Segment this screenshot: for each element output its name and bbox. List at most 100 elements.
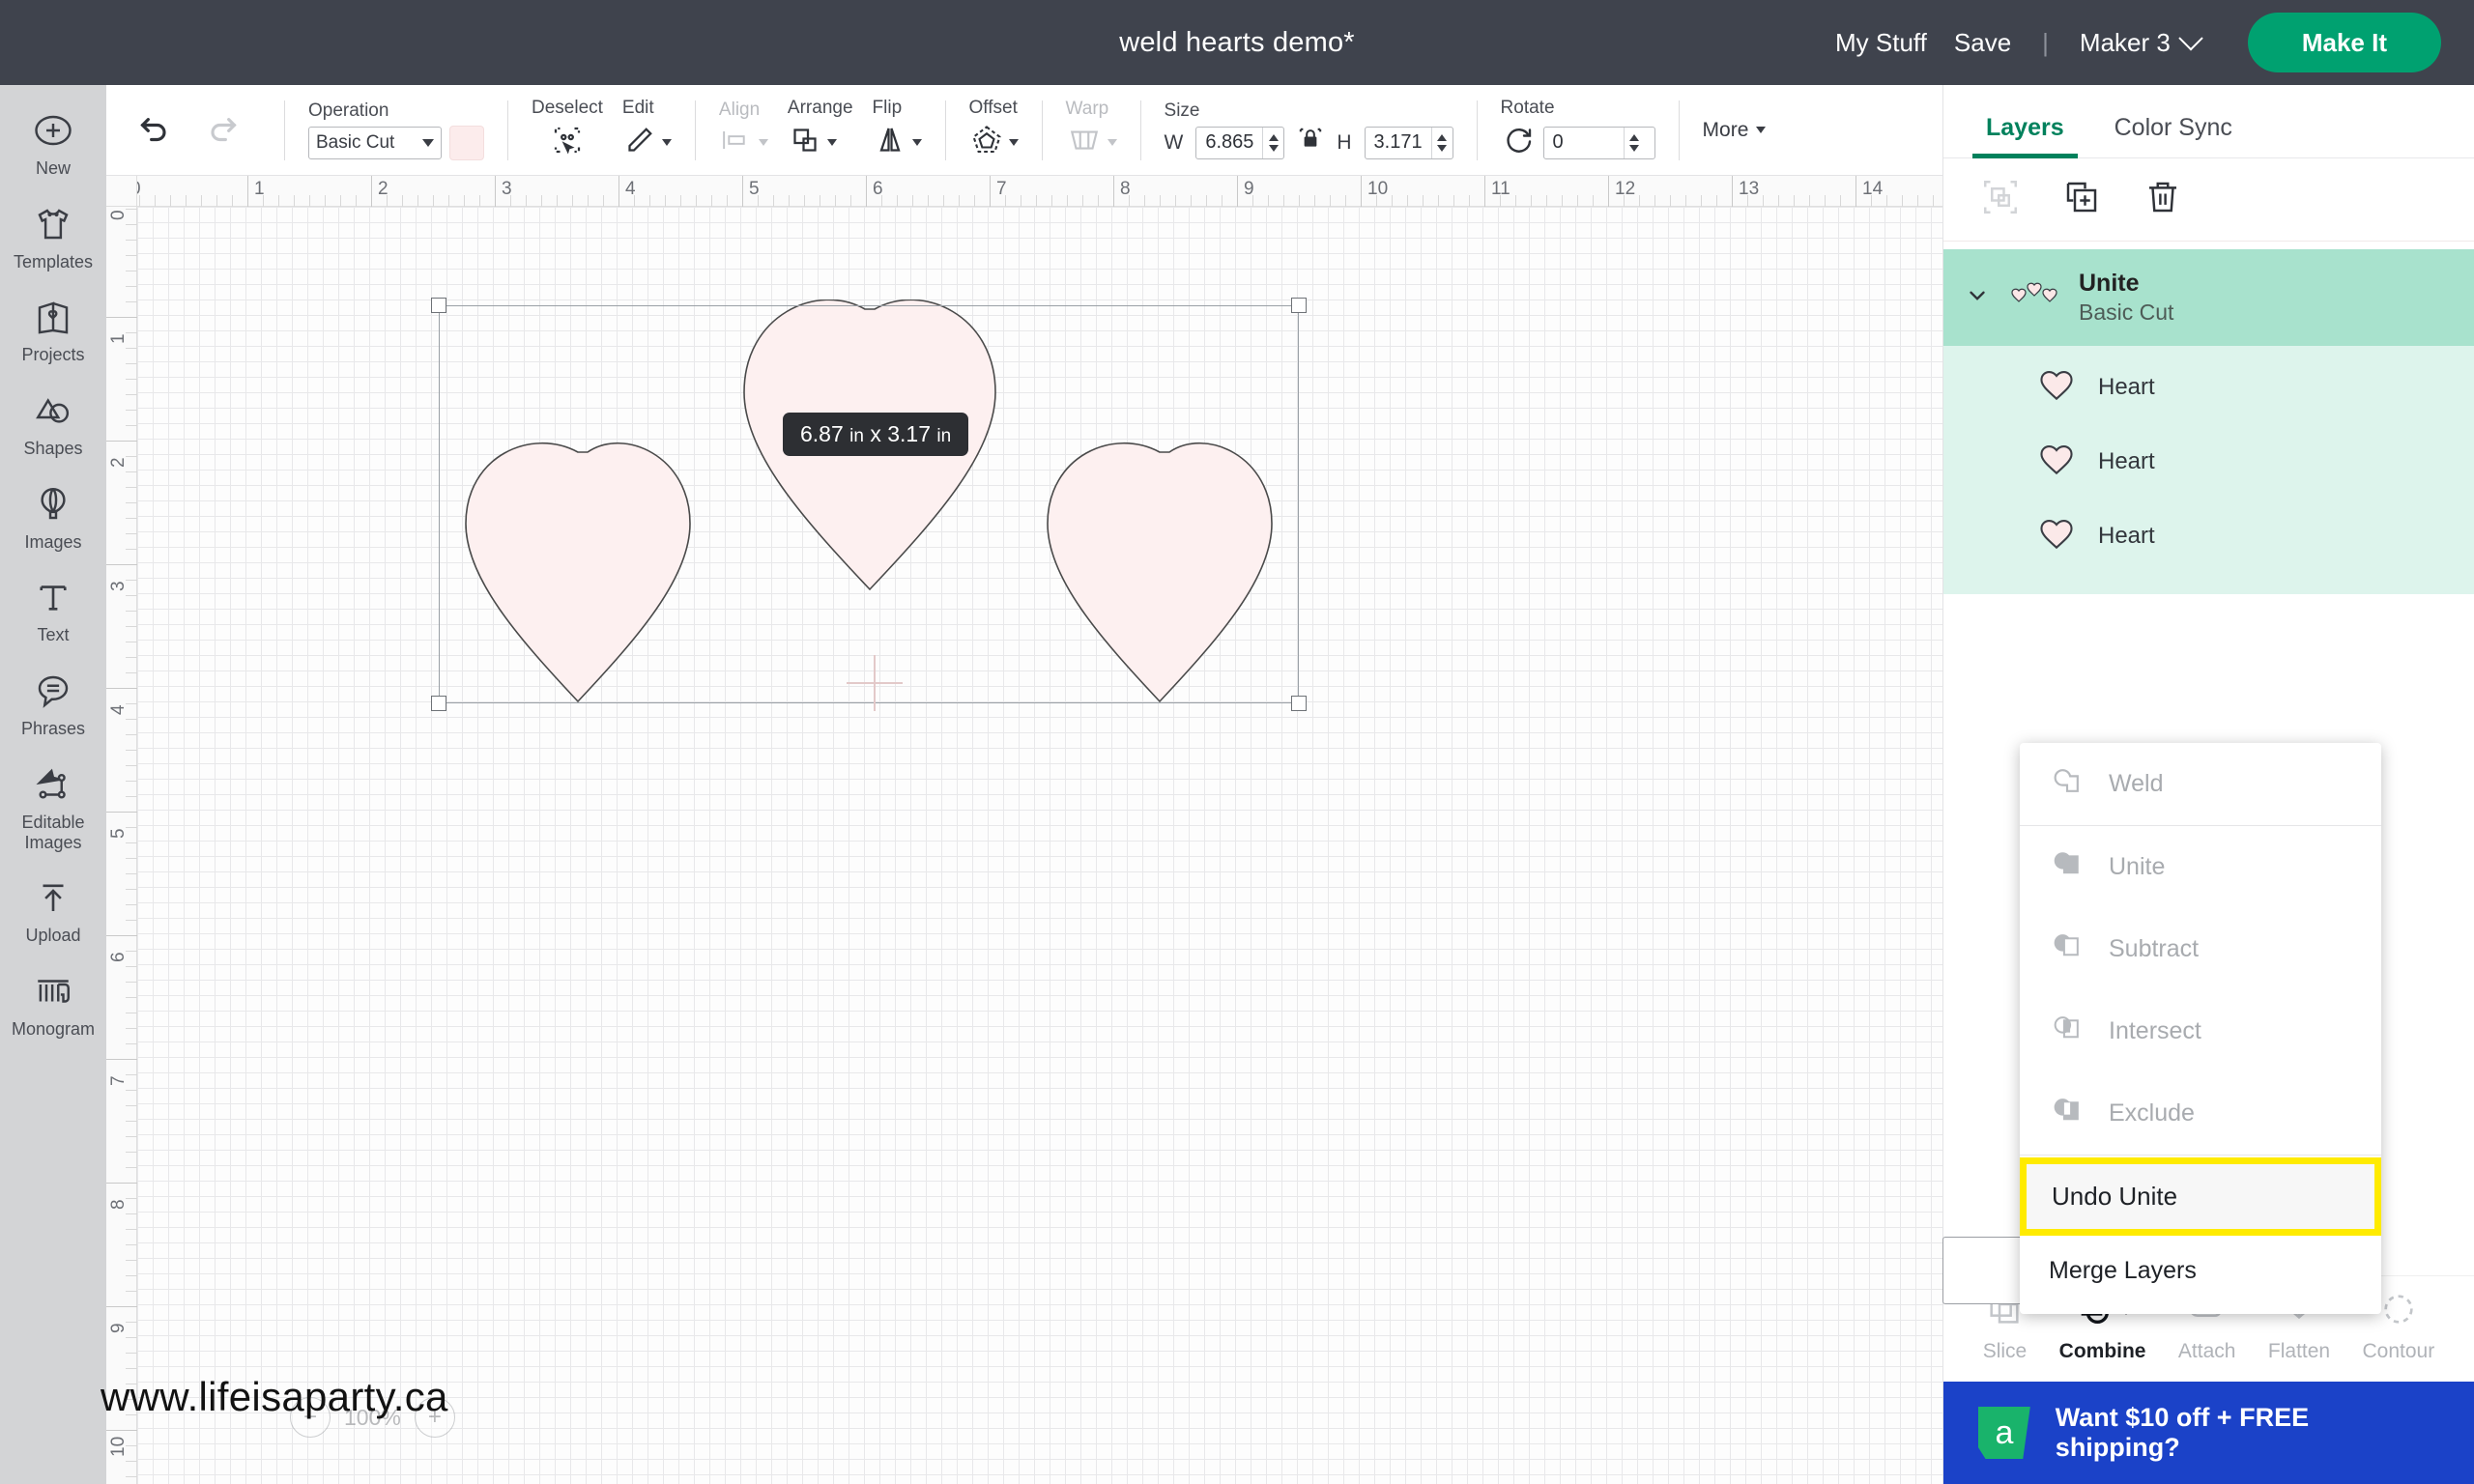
size-label: Size: [1164, 100, 1200, 121]
group-icon: [1980, 177, 2021, 222]
ruler-tick-minor: [126, 1043, 137, 1044]
sidebar-item-templates[interactable]: Templates: [0, 190, 106, 284]
my-stuff-link[interactable]: My Stuff: [1822, 28, 1941, 58]
flip-button[interactable]: [873, 123, 922, 162]
promo-text: Want $10 off + FREE shipping?: [2055, 1403, 2310, 1462]
ruler-tick-minor: [126, 781, 137, 782]
selection-handle-bottom-right[interactable]: [1291, 696, 1307, 711]
selection-handle-bottom-left[interactable]: [431, 696, 446, 711]
ruler-tick-minor: [126, 1136, 137, 1137]
redo-icon[interactable]: [203, 108, 242, 152]
selection-bounding-box: [439, 305, 1299, 703]
width-field[interactable]: [1195, 126, 1285, 159]
ruler-tick-minor: [649, 195, 650, 207]
delete-icon[interactable]: [2143, 177, 2183, 222]
width-input[interactable]: [1196, 127, 1263, 158]
list-item[interactable]: Heart: [1943, 499, 2474, 573]
promo-banner[interactable]: a Want $10 off + FREE shipping?: [1943, 1382, 2474, 1484]
tab-color-sync[interactable]: Color Sync: [2109, 114, 2238, 157]
menu-item-undo-unite[interactable]: Undo Unite: [2027, 1164, 2374, 1229]
rotate-stepper[interactable]: [1623, 127, 1645, 158]
node-path-icon: [33, 764, 73, 805]
ruler-tick-minor: [1747, 195, 1748, 207]
ruler-tick-minor: [170, 195, 171, 207]
deselect-icon[interactable]: [550, 123, 585, 162]
ruler-tick-minor: [1871, 195, 1872, 207]
speech-bubble-icon: [33, 671, 73, 711]
sidebar-item-images[interactable]: Images: [0, 471, 106, 564]
ruler-tick-minor: [1036, 195, 1037, 207]
sidebar-item-upload[interactable]: Upload: [0, 864, 106, 957]
ruler-tick-minor: [126, 580, 137, 581]
ruler-tick-minor: [126, 332, 137, 333]
ruler-tick-minor: [417, 195, 418, 207]
color-swatch[interactable]: [449, 125, 484, 160]
sidebar-item-monogram[interactable]: Monogram: [0, 957, 106, 1051]
layer-group-header[interactable]: Unite Basic Cut: [1943, 249, 2474, 346]
menu-item-merge-layers[interactable]: Merge Layers: [2020, 1238, 2381, 1314]
ruler-tick-minor: [1639, 195, 1640, 207]
chevron-down-icon[interactable]: [1965, 283, 1990, 313]
height-label: H: [1337, 130, 1352, 154]
ruler-tick-minor: [126, 363, 137, 364]
sidebar-item-shapes[interactable]: Shapes: [0, 377, 106, 471]
layer-group-title: Unite: [2079, 270, 2140, 297]
height-stepper[interactable]: [1430, 127, 1453, 158]
save-button[interactable]: Save: [1941, 28, 2025, 58]
ruler-tick-minor: [126, 734, 137, 735]
selection-handle-top-right[interactable]: [1291, 298, 1307, 313]
rotate-icon[interactable]: [1501, 123, 1536, 162]
make-it-button[interactable]: Make It: [2247, 13, 2441, 72]
undo-unite-highlight: Undo Unite: [2020, 1157, 2381, 1236]
undo-icon[interactable]: [135, 108, 174, 152]
ruler-corner: [106, 176, 137, 207]
height-input[interactable]: [1365, 127, 1431, 158]
ruler-tick-minor: [126, 703, 137, 704]
ruler-tick-minor: [126, 889, 137, 890]
sidebar-item-phrases[interactable]: Phrases: [0, 657, 106, 751]
ruler-tick-minor: [126, 379, 137, 380]
ruler-tick-minor: [1624, 195, 1625, 207]
offset-button[interactable]: [969, 123, 1019, 162]
ruler-tick: [1361, 176, 1362, 207]
rotate-field[interactable]: [1542, 126, 1655, 159]
lock-aspect-ratio[interactable]: [1298, 126, 1323, 159]
more-button[interactable]: More: [1703, 119, 1767, 142]
ruler-tick-minor: [1562, 195, 1563, 207]
left-sidebar: New Templates Projects Shapes Images Tex…: [0, 85, 106, 1484]
sidebar-item-editable-images[interactable]: Editable Images: [0, 751, 106, 864]
width-stepper[interactable]: [1262, 127, 1283, 158]
ruler-tick-minor: [1933, 195, 1934, 207]
ruler-tick-minor: [126, 1028, 137, 1029]
ruler-tick-minor: [126, 533, 137, 534]
height-field[interactable]: [1364, 126, 1453, 159]
tab-layers[interactable]: Layers: [1972, 114, 2078, 158]
sidebar-item-text[interactable]: Text: [0, 563, 106, 657]
tooltip-height: 3.17: [887, 421, 931, 446]
ruler-tick-minor: [126, 348, 137, 349]
rotate-input[interactable]: [1543, 127, 1624, 158]
ruler-tick-minor: [1407, 195, 1408, 207]
flip-icon: [873, 123, 907, 162]
ruler-tick-minor: [1809, 195, 1810, 207]
duplicate-icon[interactable]: [2061, 177, 2102, 222]
list-item[interactable]: Heart: [1943, 424, 2474, 499]
operation-select[interactable]: Basic Cut: [308, 126, 442, 159]
design-canvas[interactable]: 01234567891011121314 012345678910 6.87 i…: [106, 176, 1942, 1484]
warp-icon: [1066, 124, 1103, 161]
ruler-tick-minor: [1794, 195, 1795, 207]
arrange-button[interactable]: [788, 123, 853, 162]
sidebar-item-new[interactable]: New: [0, 97, 106, 190]
text-t-icon: [33, 577, 73, 617]
chevron-down-icon: [661, 139, 672, 146]
sidebar-item-projects[interactable]: Projects: [0, 283, 106, 377]
selection-handle-top-left[interactable]: [431, 298, 446, 313]
edit-button[interactable]: [622, 123, 672, 162]
machine-selector[interactable]: Maker 3: [2066, 26, 2213, 58]
ruler-tick-minor: [126, 1476, 137, 1477]
edit-group: Edit: [613, 85, 681, 176]
ruler-tick-minor: [1330, 195, 1331, 207]
ruler-tick-minor: [773, 195, 774, 207]
sidebar-item-label: Monogram: [11, 1018, 96, 1039]
list-item[interactable]: Heart: [1943, 350, 2474, 424]
